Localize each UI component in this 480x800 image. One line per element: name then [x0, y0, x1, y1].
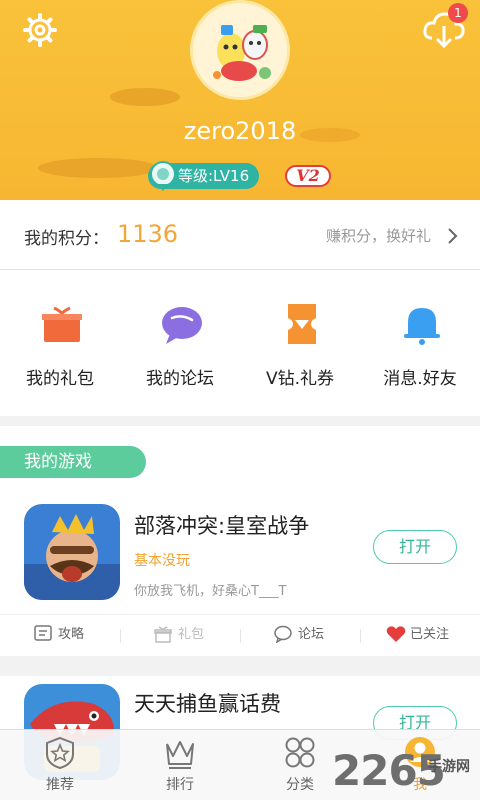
earn-points-link[interactable]: 赚积分，换好礼	[326, 225, 431, 246]
quick-messages-friends[interactable]: 消息.好友	[360, 270, 480, 416]
forum-label: 论坛	[298, 627, 325, 642]
heart-icon	[386, 626, 406, 642]
followed-label: 已关注	[410, 627, 450, 642]
quick-vdiamond-coupons[interactable]: V钻.礼券	[240, 270, 360, 416]
points-value: 1136	[117, 220, 179, 248]
quick-label: 消息.好友	[383, 369, 457, 389]
bell-icon	[404, 308, 440, 345]
game-name[interactable]: 天天捕鱼赢话费	[134, 688, 281, 718]
tab-label: 排行	[166, 777, 194, 793]
header-decor	[110, 88, 180, 106]
game-desc: 你放我飞机，好桑心T___T	[134, 584, 287, 599]
divider	[240, 629, 241, 643]
site-watermark-logo: 2265 手游网	[332, 744, 480, 800]
quick-my-gifts[interactable]: 我的礼包	[0, 270, 120, 416]
open-game-button[interactable]: 打开	[373, 530, 457, 564]
avatar[interactable]	[190, 0, 290, 100]
medal-icon	[150, 161, 176, 191]
watermark-small: 手游网	[428, 759, 470, 775]
gift-action[interactable]: 礼包	[154, 615, 234, 655]
followed-action[interactable]: 已关注	[386, 615, 466, 655]
gift-icon	[42, 306, 82, 342]
points-row[interactable]: 我的积分： 1136 赚积分，换好礼	[0, 200, 480, 270]
quick-my-forum[interactable]: 我的论坛	[120, 270, 240, 416]
chat-icon	[162, 307, 202, 344]
level-label: 等级:LV16	[178, 167, 250, 185]
star-shield-icon	[46, 736, 74, 770]
document-icon	[34, 625, 52, 641]
section-divider	[0, 656, 480, 676]
grid-circles-icon	[285, 737, 315, 768]
username: zero2018	[183, 117, 297, 145]
quick-label: 我的论坛	[146, 369, 214, 389]
tab-recommend[interactable]: 推荐	[0, 730, 120, 800]
quick-label: 我的礼包	[26, 369, 94, 389]
king-character-icon	[24, 504, 120, 600]
game-actions-bar: 攻略 礼包 论坛 已关注	[0, 614, 480, 654]
divider	[120, 629, 121, 643]
forum-action[interactable]: 论坛	[274, 615, 354, 655]
coupon-icon	[288, 304, 316, 344]
cartoon-avatar-icon	[195, 5, 287, 97]
download-count-badge: 1	[448, 3, 468, 23]
divider	[360, 629, 361, 643]
level-badge: 等级:LV16	[148, 161, 260, 191]
gift-label: 礼包	[178, 627, 205, 642]
points-label: 我的积分：	[24, 229, 109, 249]
guide-action[interactable]: 攻略	[34, 615, 114, 655]
guide-label: 攻略	[58, 627, 85, 642]
game-name[interactable]: 部落冲突:皇室战争	[134, 510, 309, 540]
gift-outline-icon	[154, 626, 172, 643]
quick-actions-grid: 我的礼包 我的论坛 V钻.礼券 消息.好友	[0, 270, 480, 416]
game-status: 基本没玩	[134, 553, 190, 569]
vip-badge: V2	[285, 165, 331, 187]
header-decor	[38, 158, 158, 178]
tab-label: 推荐	[46, 777, 74, 793]
settings-gear-icon[interactable]	[22, 12, 58, 48]
quick-label: V钻.礼券	[265, 369, 335, 389]
section-title: 我的游戏	[0, 446, 146, 478]
tab-ranking[interactable]: 排行	[120, 730, 240, 800]
chat-bubble-icon	[274, 625, 292, 643]
profile-header: 1 zero2018 等级:LV16 V2	[0, 0, 480, 200]
game-icon-clash-royale[interactable]	[24, 504, 120, 600]
chevron-right-icon	[448, 228, 458, 244]
crown-icon	[166, 741, 194, 769]
